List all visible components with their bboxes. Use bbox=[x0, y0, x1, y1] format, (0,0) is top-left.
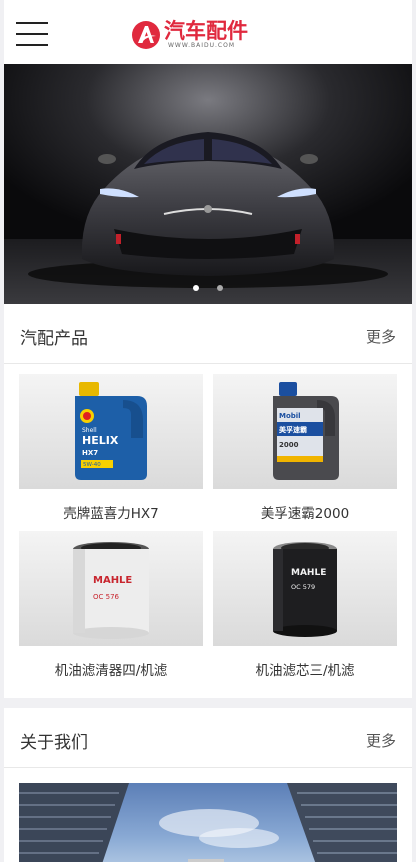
mobil-text: Mobil bbox=[279, 412, 301, 420]
logo-title: 汽车配件 bbox=[164, 19, 248, 43]
banner-dot-2[interactable] bbox=[217, 285, 223, 291]
logo-a-icon bbox=[132, 21, 160, 49]
product-card[interactable]: Mobil 美孚速霸 2000 美孚速霸2000 bbox=[213, 374, 397, 524]
product-label: 壳牌蓝喜力HX7 bbox=[63, 506, 159, 522]
product-card[interactable]: HELIX Shell HX7 5W-40 壳牌蓝喜力HX7 bbox=[19, 374, 203, 524]
shell-grade-text: 5W-40 bbox=[83, 462, 101, 468]
about-section-header: 关于我们 更多 bbox=[4, 708, 412, 768]
product-label: 机油滤芯三/机滤 bbox=[255, 663, 355, 679]
banner-pagination bbox=[4, 285, 412, 291]
oc576-text: OC 576 bbox=[93, 593, 120, 601]
sports-car-image bbox=[4, 64, 412, 304]
site-logo[interactable]: 汽车配件 WWW.BAIDU.COM bbox=[131, 20, 248, 52]
white-oil-filter-icon: MAHLE OC 576 bbox=[73, 542, 149, 639]
hero-banner[interactable] bbox=[4, 64, 412, 304]
mobile-page: 汽车配件 WWW.BAIDU.COM 汽配产品 更多 HELIX Shell H… bbox=[4, 0, 412, 862]
mahle-text-1: MAHLE bbox=[93, 575, 132, 586]
about-title: 关于我们 bbox=[20, 733, 88, 753]
hx7-text: HX7 bbox=[82, 449, 98, 457]
banner-dot-1[interactable] bbox=[193, 285, 199, 291]
products-more-link[interactable]: 更多 bbox=[366, 326, 396, 347]
helix-text: HELIX bbox=[82, 434, 119, 447]
about-image[interactable] bbox=[19, 783, 397, 862]
product-label: 美孚速霸2000 bbox=[260, 506, 350, 522]
hamburger-menu-icon[interactable] bbox=[16, 22, 48, 46]
shell-oil-bottle-icon: HELIX Shell HX7 5W-40 bbox=[75, 382, 147, 480]
mobil-oil-bottle-icon: Mobil 美孚速霸 2000 bbox=[273, 382, 339, 480]
product-card[interactable]: MAHLE OC 576 机油滤清器四/机滤 bbox=[19, 531, 203, 681]
header: 汽车配件 WWW.BAIDU.COM bbox=[4, 0, 412, 64]
shell-text: Shell bbox=[82, 427, 97, 434]
logo-subtitle: WWW.BAIDU.COM bbox=[168, 42, 236, 49]
oc579-text: OC 579 bbox=[291, 583, 315, 591]
about-more-link[interactable]: 更多 bbox=[366, 730, 396, 751]
section-divider bbox=[4, 698, 412, 708]
products-section-header: 汽配产品 更多 bbox=[4, 304, 412, 364]
black-oil-filter-icon: MAHLE OC 579 bbox=[273, 542, 337, 637]
product-image: HELIX Shell HX7 5W-40 bbox=[19, 374, 203, 489]
product-image: MAHLE OC 579 bbox=[213, 531, 397, 646]
products-title: 汽配产品 bbox=[20, 329, 88, 349]
buildings-image bbox=[19, 783, 397, 862]
product-image: Mobil 美孚速霸 2000 bbox=[213, 374, 397, 489]
mahle-text-2: MAHLE bbox=[291, 568, 326, 578]
mobil-model-text: 2000 bbox=[279, 441, 299, 449]
product-image: MAHLE OC 576 bbox=[19, 531, 203, 646]
product-label: 机油滤清器四/机滤 bbox=[54, 663, 168, 679]
product-card[interactable]: MAHLE OC 579 机油滤芯三/机滤 bbox=[213, 531, 397, 681]
mobil-cn-text: 美孚速霸 bbox=[279, 425, 307, 434]
